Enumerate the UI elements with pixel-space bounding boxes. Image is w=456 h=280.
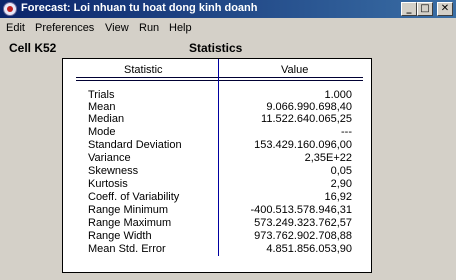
table-row: Standard Deviation 153.429.160.096,00 xyxy=(63,139,371,151)
menu-bar: Edit Preferences View Run Help xyxy=(0,19,456,37)
maximize-icon: □ xyxy=(420,3,430,14)
table-row: Median 11.522.640.065,25 xyxy=(63,113,371,125)
minimize-icon: _ xyxy=(406,3,412,14)
statistic-label: Median xyxy=(88,113,125,125)
statistic-value: 4.851.856.053,90 xyxy=(266,243,352,255)
menu-run[interactable]: Run xyxy=(139,22,159,34)
statistic-value: -400.513.578.946,31 xyxy=(250,204,352,216)
menu-preferences[interactable]: Preferences xyxy=(35,22,94,34)
statistic-value: 16,92 xyxy=(324,191,352,203)
column-header-statistic: Statistic xyxy=(124,64,163,76)
statistic-value: --- xyxy=(341,126,352,138)
statistic-label: Kurtosis xyxy=(88,178,128,190)
statistic-label: Range Maximum xyxy=(88,217,172,229)
table-row: Kurtosis 2,90 xyxy=(63,178,371,190)
table-row: Coeff. of Variability 16,92 xyxy=(63,191,371,203)
table-row: Mean 9.066.990.698,40 xyxy=(63,101,371,113)
cell-reference: Cell K52 xyxy=(9,41,57,55)
table-row: Mean Std. Error 4.851.856.053,90 xyxy=(63,243,371,255)
app-icon[interactable] xyxy=(3,2,17,16)
statistic-label: Mode xyxy=(88,126,116,138)
statistic-label: Mean Std. Error xyxy=(88,243,166,255)
statistic-value: 0,05 xyxy=(330,165,352,177)
statistic-label: Range Width xyxy=(88,230,152,242)
page-title: Statistics xyxy=(189,41,243,55)
maximize-button[interactable]: □ xyxy=(417,2,433,16)
table-row: Mode --- xyxy=(63,126,371,138)
statistic-value: 153.429.160.096,00 xyxy=(254,139,352,151)
menu-view[interactable]: View xyxy=(105,22,129,34)
statistic-label: Variance xyxy=(88,152,131,164)
statistic-label: Coeff. of Variability xyxy=(88,191,180,203)
table-row: Skewness 0,05 xyxy=(63,165,371,177)
header-divider xyxy=(76,77,363,78)
header-divider xyxy=(76,80,363,81)
menu-edit[interactable]: Edit xyxy=(6,22,25,34)
title-bar[interactable]: Forecast: Loi nhuan tu hoat dong kinh do… xyxy=(0,0,456,18)
statistic-label: Mean xyxy=(88,101,116,113)
menu-help[interactable]: Help xyxy=(169,22,192,34)
statistics-panel: Statistic Value Trials 1.000 Mean 9.066.… xyxy=(62,58,372,273)
statistic-value: 9.066.990.698,40 xyxy=(266,101,352,113)
statistic-value: 2,90 xyxy=(330,178,352,190)
table-row: Range Minimum -400.513.578.946,31 xyxy=(63,204,371,216)
statistic-value: 11.522.640.065,25 xyxy=(261,113,352,125)
window-title: Forecast: Loi nhuan tu hoat dong kinh do… xyxy=(21,2,258,14)
statistic-value: 973.762.902.708,88 xyxy=(254,230,352,242)
statistic-label: Standard Deviation xyxy=(88,139,182,151)
table-row: Range Width 973.762.902.708,88 xyxy=(63,230,371,242)
statistic-value: 2,35E+22 xyxy=(304,152,352,164)
statistic-label: Skewness xyxy=(88,165,139,177)
statistic-label: Trials xyxy=(88,89,115,101)
table-row: Range Maximum 573.249.323.762,57 xyxy=(63,217,371,229)
column-header-value: Value xyxy=(281,64,309,76)
statistic-label: Range Minimum xyxy=(88,204,169,216)
close-icon: ✕ xyxy=(440,3,450,14)
statistic-value: 573.249.323.762,57 xyxy=(254,217,352,229)
table-row: Variance 2,35E+22 xyxy=(63,152,371,164)
close-button[interactable]: ✕ xyxy=(437,2,453,16)
table-row: Trials 1.000 xyxy=(63,89,371,101)
statistic-value: 1.000 xyxy=(324,89,352,101)
minimize-button[interactable]: _ xyxy=(401,2,417,16)
